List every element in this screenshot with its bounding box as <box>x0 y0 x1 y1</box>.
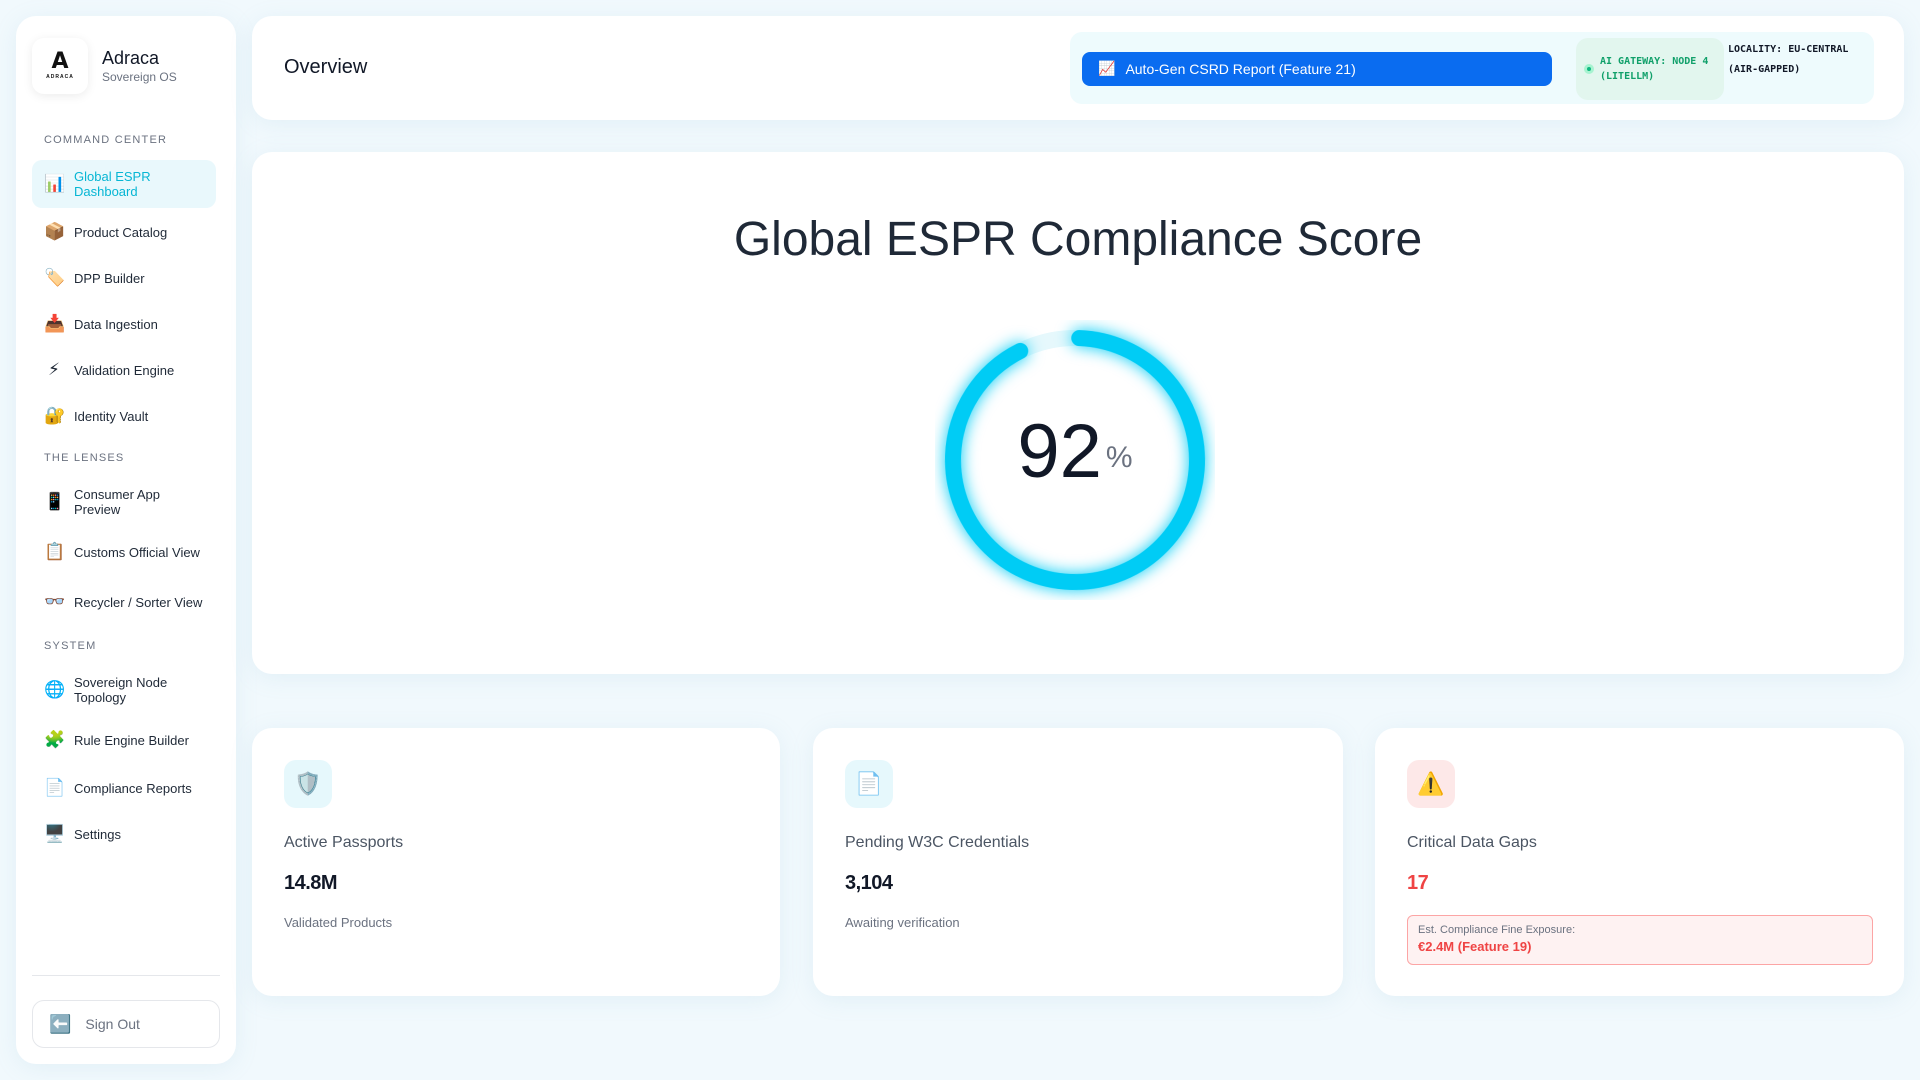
sidebar: A ADRACA Adraca Sovereign OS COMMAND CEN… <box>16 16 236 1064</box>
tag-icon: 🏷️ <box>44 267 66 288</box>
sidebar-item-label: Consumer App Preview <box>74 487 160 517</box>
ai-gateway-text: AI GATEWAY: NODE 4 (LITELLM) <box>1600 56 1709 82</box>
compliance-gauge: 92% <box>935 320 1215 600</box>
score-value: 92 <box>1017 409 1102 494</box>
stat-card-pending-credentials: 📄 Pending W3C Credentials 3,104 Awaiting… <box>813 728 1343 996</box>
sidebar-item-label: Sovereign Node Topology <box>74 675 168 705</box>
score-title: Global ESPR Compliance Score <box>733 213 1423 266</box>
stat-label: Critical Data Gaps <box>1407 834 1537 851</box>
stat-card-critical-gaps: ⚠️ Critical Data Gaps 17 Est. Compliance… <box>1375 728 1904 996</box>
stat-subtext: Validated Products <box>284 915 393 930</box>
sidebar-item-product-catalog[interactable]: 📦 Product Catalog <box>32 210 216 254</box>
sidebar-item-label: Compliance Reports <box>74 780 192 796</box>
header-actions: 📈 Auto-Gen CSRD Report (Feature 21) AI G… <box>1070 32 1874 104</box>
page-title: Overview <box>284 56 368 78</box>
sidebar-item-label: Recycler / Sorter View <box>74 594 203 610</box>
sidebar-item-rule-engine-builder[interactable]: 🧩 Rule Engine Builder <box>32 716 216 764</box>
logo[interactable]: A ADRACA <box>32 38 88 94</box>
document-icon: 📄 <box>44 777 66 798</box>
sidebar-item-consumer-app-preview[interactable]: 📱 Consumer App Preview <box>32 478 216 526</box>
sidebar-nav: COMMAND CENTER 📊 Global ESPR Dashboard 📦 Pro… <box>32 134 220 856</box>
warning-icon: ⚠️ <box>1407 760 1455 808</box>
stat-card-active-passports: 🛡️ Active Passports 14.8M Validated Prod… <box>252 728 780 996</box>
bar-chart-icon: 📊 <box>44 173 66 194</box>
sidebar-item-validation-engine[interactable]: ⚡ Validation Engine <box>32 348 216 392</box>
nav-section-label: COMMAND CENTER <box>44 134 168 146</box>
glasses-icon: 👓 <box>44 591 66 612</box>
gauge-value: 92% <box>935 412 1215 492</box>
csrd-button-label: Auto-Gen CSRD Report (Feature 21) <box>1125 61 1356 77</box>
sidebar-item-label: Product Catalog <box>74 224 168 240</box>
sidebar-item-identity-vault[interactable]: 🔐 Identity Vault <box>32 394 216 438</box>
locality-status: LOCALITY: EU-CENTRAL (AIR-GAPPED) <box>1728 44 1849 75</box>
sidebar-item-label: Customs Official View <box>74 544 200 560</box>
sidebar-item-label: Validation Engine <box>74 362 175 378</box>
sidebar-item-sovereign-node-topology[interactable]: 🌐 Sovereign Node Topology <box>32 666 216 714</box>
sidebar-item-label: Rule Engine Builder <box>74 732 189 748</box>
sidebar-item-settings[interactable]: 🖥️ Settings <box>32 812 216 856</box>
sidebar-item-label: DPP Builder <box>74 270 145 286</box>
phone-icon: 📱 <box>44 491 66 512</box>
score-unit: % <box>1105 441 1133 474</box>
compliance-score-card: Global ESPR Compliance Score 92% <box>252 152 1904 674</box>
stat-label: Active Passports <box>284 834 404 851</box>
status-dot-icon <box>1584 64 1594 74</box>
stat-value: 14.8M <box>284 872 338 894</box>
lock-key-icon: 🔐 <box>44 405 66 426</box>
nav-section-label: SYSTEM <box>44 640 97 652</box>
lightning-icon: ⚡ <box>48 359 60 380</box>
sidebar-item-label: Settings <box>74 826 121 842</box>
auto-gen-csrd-report-button[interactable]: 📈 Auto-Gen CSRD Report (Feature 21) <box>1082 52 1552 86</box>
globe-icon: 🌐 <box>44 679 66 700</box>
clipboard-icon: 📋 <box>44 541 66 562</box>
brand-name: Adraca <box>102 48 160 68</box>
stat-value: 3,104 <box>845 872 893 894</box>
sidebar-item-label: Global ESPR Dashboard <box>74 169 151 199</box>
sidebar-item-label: Data Ingestion <box>74 316 158 332</box>
sign-out-button[interactable]: ⬅️ Sign Out <box>32 1000 220 1048</box>
sign-out-label: Sign Out <box>85 1016 140 1032</box>
package-icon: 📦 <box>44 221 66 242</box>
sidebar-item-global-espr-dashboard[interactable]: 📊 Global ESPR Dashboard <box>32 160 216 208</box>
top-header: Overview 📈 Auto-Gen CSRD Report (Feature… <box>252 16 1904 120</box>
stat-label: Pending W3C Credentials <box>845 834 1030 851</box>
puzzle-icon: 🧩 <box>44 729 66 750</box>
brand: A ADRACA Adraca Sovereign OS <box>32 38 220 94</box>
sidebar-item-compliance-reports[interactable]: 📄 Compliance Reports <box>32 766 216 810</box>
sidebar-item-label: Identity Vault <box>74 408 149 424</box>
fine-exposure-value: €2.4M (Feature 19) <box>1418 939 1532 954</box>
sidebar-item-customs-official-view[interactable]: 📋 Customs Official View <box>32 528 216 576</box>
arrow-left-icon: ⬅️ <box>49 1013 72 1035</box>
monitor-icon: 🖥️ <box>44 823 66 844</box>
document-icon: 📄 <box>845 760 893 808</box>
nav-section-label: THE LENSES <box>44 452 125 464</box>
sidebar-item-dpp-builder[interactable]: 🏷️ DPP Builder <box>32 256 216 300</box>
brand-subtitle: Sovereign OS <box>102 70 177 84</box>
logo-mark: A <box>51 49 69 74</box>
stat-value: 17 <box>1407 872 1429 894</box>
stat-subtext: Awaiting verification <box>845 915 960 930</box>
fine-exposure-box: Est. Compliance Fine Exposure: €2.4M (Fe… <box>1407 915 1873 965</box>
sidebar-item-recycler-sorter-view[interactable]: 👓 Recycler / Sorter View <box>32 578 216 626</box>
logo-wordmark: ADRACA <box>46 74 74 80</box>
trend-chart-icon: 📈 <box>1098 61 1116 77</box>
sidebar-divider <box>32 975 220 976</box>
inbox-icon: 📥 <box>44 313 66 334</box>
fine-exposure-label: Est. Compliance Fine Exposure: <box>1418 924 1576 936</box>
sidebar-item-data-ingestion[interactable]: 📥 Data Ingestion <box>32 302 216 346</box>
ai-gateway-status: AI GATEWAY: NODE 4 (LITELLM) <box>1576 38 1724 100</box>
shield-icon: 🛡️ <box>284 760 332 808</box>
